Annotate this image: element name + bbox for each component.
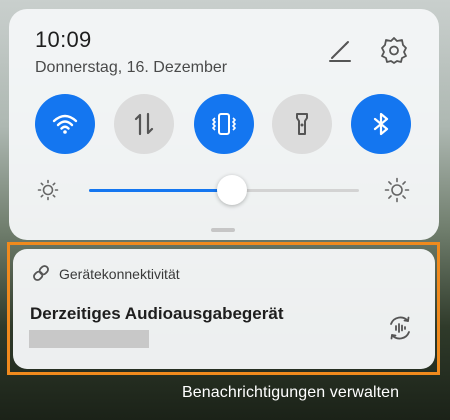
bluetooth-icon [373,112,389,136]
notification-card[interactable]: Gerätekonnektivität Derzeitiges Audioaus… [13,249,435,369]
quick-settings-panel: 10:09 Donnerstag, 16. Dezember [9,9,439,240]
flashlight-tile[interactable] [272,94,332,154]
brightness-low-icon [35,177,61,203]
vibrate-tile[interactable] [194,94,254,154]
brightness-slider-fill [89,189,232,192]
clock: 10:09 [35,27,92,52]
brightness-slider-thumb[interactable] [217,175,247,205]
wifi-tile[interactable] [35,94,95,154]
settings-icon[interactable] [379,35,409,65]
audio-switch-icon[interactable] [386,314,414,342]
brightness-high-icon [384,177,410,203]
link-icon [31,263,51,283]
edit-icon[interactable] [325,35,355,65]
mobile-data-tile[interactable] [114,94,174,154]
panel-drag-handle[interactable] [211,228,235,232]
flashlight-icon [296,113,308,135]
vibrate-icon [212,113,236,135]
notification-title: Derzeitiges Audioausgabegerät [30,304,284,323]
redacted-device-name [29,330,149,348]
wifi-icon [52,114,78,134]
bluetooth-tile[interactable] [351,94,411,154]
notification-app-name: Gerätekonnektivität [59,266,180,282]
manage-notifications-link[interactable]: Benachrichtigungen verwalten [182,384,399,402]
brightness-slider-row [9,171,439,207]
mobile-data-icon [134,112,154,136]
date-label: Donnerstag, 16. Dezember [35,59,228,76]
